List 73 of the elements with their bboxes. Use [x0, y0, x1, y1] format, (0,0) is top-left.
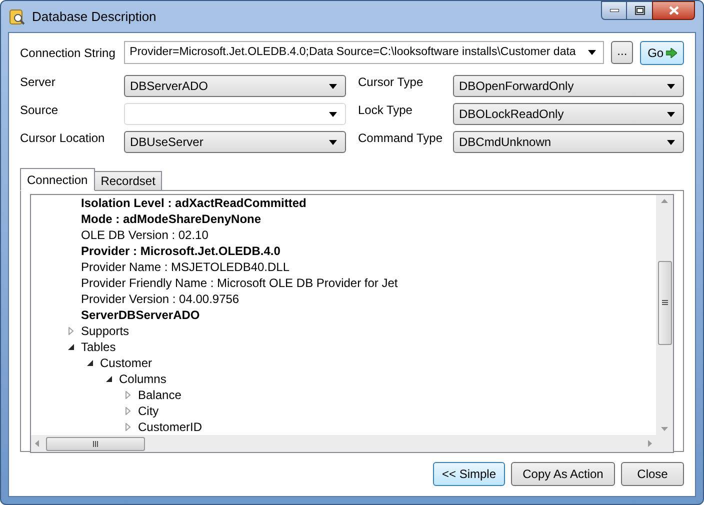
- expanded-triangle-icon[interactable]: [67, 343, 75, 351]
- expanded-triangle-icon[interactable]: [86, 359, 94, 367]
- go-button[interactable]: Go: [640, 40, 684, 64]
- dialog-button[interactable]: Copy As Action: [511, 462, 615, 486]
- collapsed-triangle-icon[interactable]: [124, 391, 132, 399]
- dropdown-caret-icon: [329, 140, 337, 144]
- tree-item: Provider Version : 04.00.9756: [81, 291, 240, 308]
- dropdown-value: DBServerADO: [130, 78, 208, 95]
- dropdown-caret-icon: [329, 84, 337, 88]
- tree-item: Provider : Microsoft.Jet.OLEDB.4.0: [81, 243, 280, 260]
- collapsed-triangle-icon[interactable]: [124, 407, 132, 415]
- field-label: Cursor Type: [358, 74, 424, 91]
- field-label: Source: [20, 102, 60, 119]
- dropdown-value: DBCmdUnknown: [459, 134, 552, 151]
- dropdown-caret-icon: [588, 50, 596, 55]
- tab[interactable]: Recordset: [94, 171, 162, 191]
- dropdown-caret-icon: [329, 112, 337, 116]
- scrollbar-thumb[interactable]: [658, 261, 672, 345]
- scrollbar-thumb[interactable]: [46, 436, 145, 450]
- scroll-down-icon[interactable]: [661, 427, 668, 431]
- expanded-triangle-icon[interactable]: [105, 375, 113, 383]
- dropdown-caret-icon: [667, 112, 675, 116]
- dropdown-caret-icon: [667, 140, 675, 144]
- collapsed-triangle-icon[interactable]: [124, 423, 132, 431]
- tree-item: Mode : adModeShareDenyNone: [81, 211, 262, 228]
- window-title: Database Description: [32, 8, 156, 26]
- dropdown-caret-icon: [667, 84, 675, 88]
- vertical-scrollbar[interactable]: [656, 195, 673, 435]
- tree-item[interactable]: Columns: [119, 370, 166, 388]
- field-label: Connection String: [20, 44, 116, 62]
- tree-item[interactable]: Balance: [138, 386, 182, 404]
- field-label: Lock Type: [358, 102, 414, 119]
- field-label: Server: [20, 74, 56, 91]
- tree-item: Provider Name : MSJETOLEDB40.DLL: [81, 259, 290, 276]
- grip-icon: [92, 440, 98, 446]
- tree-item[interactable]: City: [138, 402, 159, 420]
- tree-item[interactable]: Supports: [81, 322, 130, 340]
- dropdown[interactable]: DBCmdUnknown: [453, 131, 684, 153]
- tree-item: ServerDBServerADO: [81, 307, 200, 324]
- dropdown-value: DBOpenForwardOnly: [459, 78, 574, 95]
- minimize-icon: [610, 9, 618, 12]
- dropdown[interactable]: DBOLockReadOnly: [453, 103, 684, 125]
- maximize-button[interactable]: [627, 1, 652, 20]
- close-icon: [668, 6, 678, 15]
- browse-button[interactable]: ...: [611, 41, 634, 64]
- collapsed-triangle-icon[interactable]: [67, 327, 75, 335]
- scroll-right-icon[interactable]: [648, 440, 652, 447]
- dropdown-value: DBOLockReadOnly: [459, 106, 564, 123]
- maximize-icon: [634, 6, 644, 15]
- dropdown-value: DBUseServer: [130, 134, 204, 151]
- minimize-button[interactable]: [601, 1, 627, 20]
- tree-item: Isolation Level : adXactReadCommitted: [81, 195, 306, 212]
- dropdown[interactable]: DBOpenForwardOnly: [453, 75, 684, 97]
- arrow-right-icon: [666, 48, 677, 58]
- tree-item: Provider Friendly Name : Microsoft OLE DB Provider for Jet: [81, 275, 398, 292]
- horizontal-scrollbar[interactable]: [31, 435, 656, 452]
- scroll-up-icon[interactable]: [661, 199, 668, 203]
- tree-item[interactable]: CustomerID: [138, 418, 202, 435]
- tree-item: OLE DB Version : 02.10: [81, 227, 208, 244]
- tree-item[interactable]: Customer: [100, 354, 152, 372]
- dropdown[interactable]: DBUseServer: [124, 131, 346, 153]
- dialog-button[interactable]: Close: [621, 462, 684, 486]
- grip-icon: [662, 300, 668, 306]
- field-label: Command Type: [358, 130, 444, 147]
- close-window-button[interactable]: [652, 1, 695, 20]
- tab[interactable]: Connection: [20, 168, 95, 191]
- dropdown[interactable]: DBServerADO: [124, 75, 346, 97]
- dialog-button[interactable]: << Simple: [432, 462, 505, 486]
- database-magnifier-icon: [9, 8, 25, 24]
- scroll-left-icon[interactable]: [35, 440, 39, 447]
- tree-item[interactable]: Tables: [81, 338, 116, 356]
- field-label: Cursor Location: [20, 130, 106, 147]
- connection-string-dropdown[interactable]: Provider=Microsoft.Jet.OLEDB.4.0;Data Source=C:\looksoftware installs\Customer data: [124, 41, 604, 64]
